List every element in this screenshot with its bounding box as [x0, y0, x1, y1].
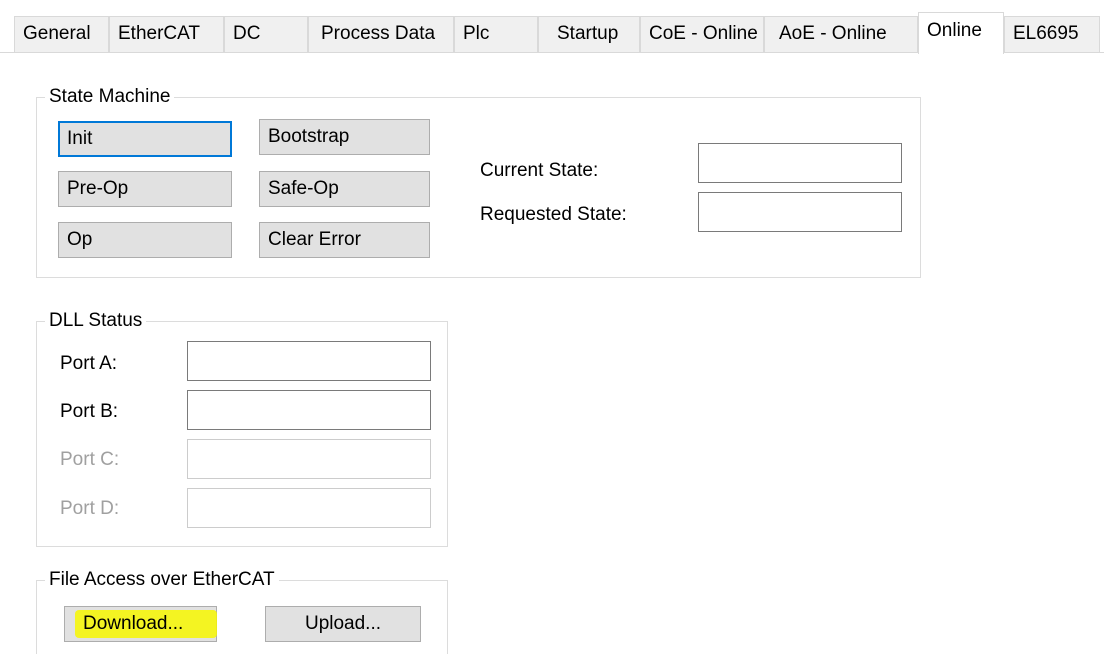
tab-process-data[interactable]: Process Data	[308, 16, 454, 52]
tab-ethercat[interactable]: EtherCAT	[109, 16, 224, 52]
safe-op-button[interactable]: Safe-Op	[259, 171, 430, 207]
pre-op-button[interactable]: Pre-Op	[58, 171, 232, 207]
tab-dc[interactable]: DC	[224, 16, 308, 52]
port-c-field	[187, 439, 431, 479]
bootstrap-button[interactable]: Bootstrap	[259, 119, 430, 155]
tab-general[interactable]: General	[14, 16, 109, 52]
state-machine-title: State Machine	[45, 86, 175, 108]
port-d-field	[187, 488, 431, 528]
requested-state-label: Requested State:	[480, 204, 627, 225]
download-button[interactable]: Download...	[64, 606, 217, 642]
port-c-label: Port C:	[60, 449, 120, 470]
tab-aoe-online[interactable]: AoE - Online	[764, 16, 918, 52]
init-button[interactable]: Init	[58, 121, 232, 157]
port-a-field[interactable]	[187, 341, 431, 381]
port-b-label: Port B:	[60, 401, 119, 422]
current-state-label: Current State:	[480, 160, 599, 181]
tab-online[interactable]: Online	[918, 12, 1004, 54]
requested-state-field[interactable]	[698, 192, 902, 232]
clear-error-button[interactable]: Clear Error	[259, 222, 430, 258]
current-state-field[interactable]	[698, 143, 902, 183]
dll-status-title: DLL Status	[45, 310, 147, 332]
port-a-label: Port A:	[60, 353, 118, 374]
tab-el6695[interactable]: EL6695	[1004, 16, 1100, 52]
tab-plc[interactable]: Plc	[454, 16, 538, 52]
port-b-field[interactable]	[187, 390, 431, 430]
port-d-label: Port D:	[60, 498, 120, 519]
download-button-label: Download...	[83, 613, 184, 634]
tab-startup[interactable]: Startup	[538, 16, 640, 52]
op-button[interactable]: Op	[58, 222, 232, 258]
file-access-title: File Access over EtherCAT	[45, 569, 279, 591]
upload-button[interactable]: Upload...	[265, 606, 421, 642]
tab-strip-background	[0, 0, 1104, 12]
online-tab-page: General EtherCAT DC Process Data Plc Sta…	[0, 0, 1104, 654]
tab-coe-online[interactable]: CoE - Online	[640, 16, 764, 52]
